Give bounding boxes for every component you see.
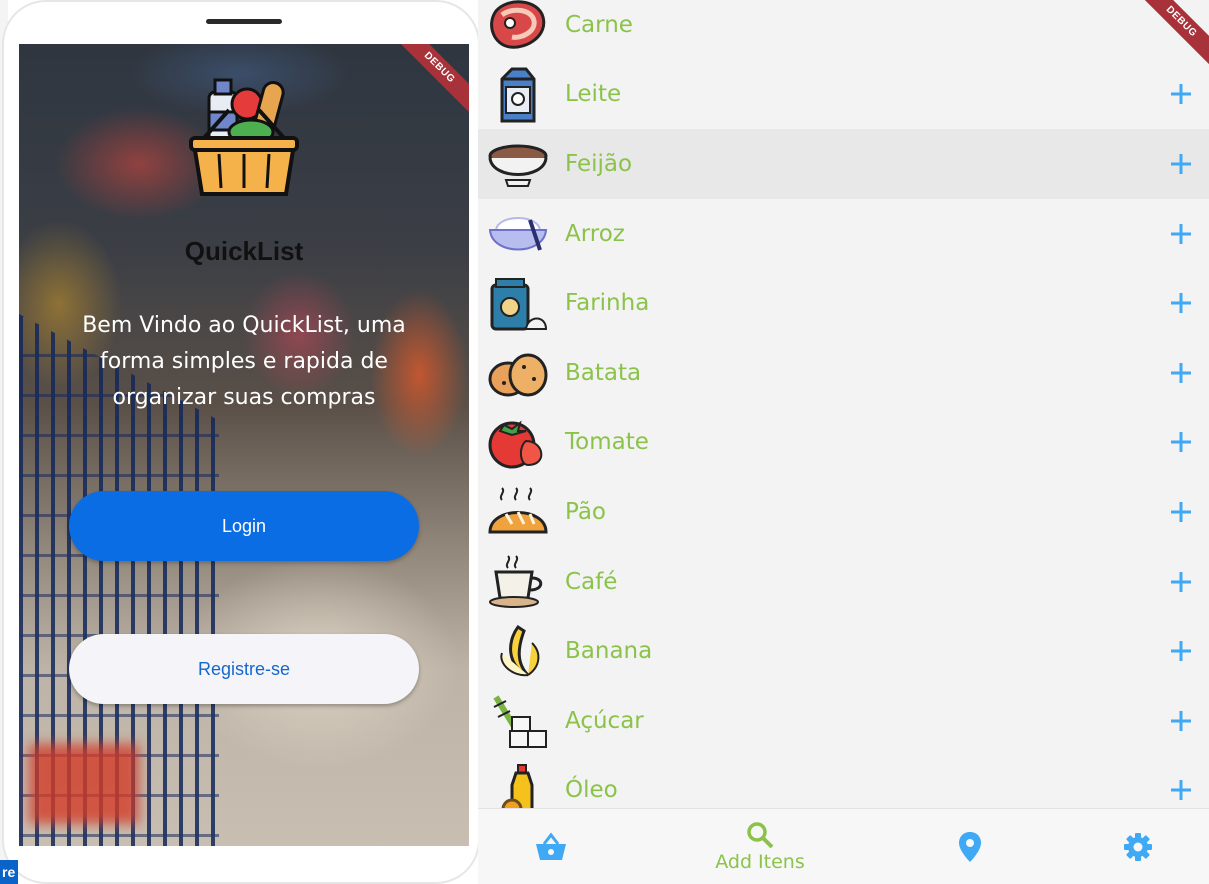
steak-icon bbox=[490, 0, 546, 49]
add-icon[interactable] bbox=[1169, 82, 1193, 106]
register-button[interactable]: Registre-se bbox=[69, 634, 419, 704]
nav-settings[interactable] bbox=[1122, 809, 1154, 884]
search-icon bbox=[747, 822, 774, 849]
banana-icon bbox=[500, 625, 540, 677]
flour-sack-icon bbox=[490, 278, 548, 331]
grocery-basket-logo-icon bbox=[189, 78, 299, 196]
item-label: Óleo bbox=[565, 777, 618, 804]
potato-icon bbox=[488, 353, 548, 397]
add-icon[interactable] bbox=[1169, 570, 1193, 594]
add-icon[interactable] bbox=[1169, 222, 1193, 246]
cart-handle-blur bbox=[29, 744, 139, 824]
list-item[interactable]: Batata bbox=[478, 338, 1209, 408]
list-item[interactable]: Farinha bbox=[478, 268, 1209, 338]
item-label: Carne bbox=[565, 11, 633, 38]
item-label: Banana bbox=[565, 638, 653, 665]
list-item[interactable]: Pão bbox=[478, 477, 1209, 547]
item-label: Pão bbox=[565, 498, 607, 525]
list-item[interactable]: Café bbox=[478, 547, 1209, 617]
sugar-cane-icon bbox=[493, 695, 547, 748]
background-window-fragment: re bbox=[0, 860, 18, 884]
list-item[interactable]: Arroz bbox=[478, 199, 1209, 269]
coffee-cup-icon bbox=[489, 555, 543, 608]
phone-speaker bbox=[206, 19, 282, 24]
list-item[interactable]: Feijão bbox=[478, 129, 1209, 199]
welcome-message: Bem Vindo ao QuickList, uma forma simple… bbox=[82, 313, 406, 410]
bottom-navigation-bar: Add Itens bbox=[478, 808, 1209, 884]
location-pin-icon bbox=[959, 832, 981, 862]
welcome-screen: DEBUG QuickList Bem Vindo ao QuickList, … bbox=[19, 44, 469, 846]
tomato-icon bbox=[488, 420, 543, 469]
gear-icon bbox=[1124, 833, 1152, 861]
phone-mockup: DEBUG QuickList Bem Vindo ao QuickList, … bbox=[2, 0, 480, 884]
item-label: Feijão bbox=[565, 150, 633, 177]
item-label: Arroz bbox=[565, 220, 625, 247]
nav-add-items-label: Add Itens bbox=[715, 851, 805, 873]
item-label: Batata bbox=[565, 359, 642, 386]
nav-basket[interactable] bbox=[530, 809, 572, 884]
list-item[interactable]: Carne bbox=[478, 0, 1209, 60]
list-item[interactable]: Leite bbox=[478, 60, 1209, 130]
list-item[interactable]: Açúcar bbox=[478, 686, 1209, 756]
debug-banner: DEBUG bbox=[389, 44, 469, 118]
add-icon[interactable] bbox=[1169, 709, 1193, 733]
item-label: Tomate bbox=[565, 429, 649, 456]
add-icon[interactable] bbox=[1169, 430, 1193, 454]
milk-carton-icon bbox=[500, 67, 536, 123]
grocery-list-screen: DEBUG Carne Leite Feijão Arroz Farinha B… bbox=[478, 0, 1209, 884]
list-item[interactable]: Tomate bbox=[478, 408, 1209, 478]
add-icon[interactable] bbox=[1169, 500, 1193, 524]
nav-location[interactable] bbox=[956, 809, 984, 884]
list-item[interactable]: Banana bbox=[478, 616, 1209, 686]
item-label: Leite bbox=[565, 81, 622, 108]
item-label: Café bbox=[565, 568, 618, 595]
add-icon[interactable] bbox=[1169, 639, 1193, 663]
item-label: Farinha bbox=[565, 290, 650, 317]
add-icon[interactable] bbox=[1169, 778, 1193, 802]
rice-bowl-icon bbox=[488, 216, 548, 251]
add-icon[interactable] bbox=[1169, 361, 1193, 385]
bread-icon bbox=[488, 487, 548, 534]
item-list: Carne Leite Feijão Arroz Farinha Batata … bbox=[478, 0, 1209, 825]
add-icon[interactable] bbox=[1169, 152, 1193, 176]
login-button[interactable]: Login bbox=[69, 491, 419, 561]
nav-add-items[interactable]: Add Itens bbox=[708, 809, 812, 884]
app-title: QuickList bbox=[184, 236, 304, 266]
basket-icon bbox=[536, 832, 566, 860]
beans-bowl-icon bbox=[488, 144, 548, 188]
add-icon[interactable] bbox=[1169, 291, 1193, 315]
item-label: Açúcar bbox=[565, 707, 644, 734]
